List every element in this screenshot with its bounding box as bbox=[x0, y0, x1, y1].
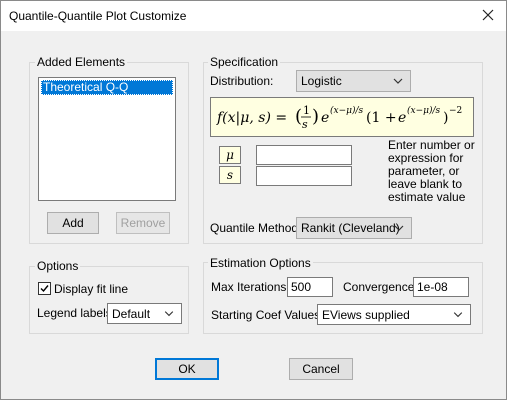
convergence-value: 1e-08 bbox=[417, 280, 448, 294]
specification-label: Specification bbox=[208, 55, 281, 69]
svg-text:): ) bbox=[312, 106, 319, 127]
svg-text:e: e bbox=[321, 110, 329, 126]
legend-labels-value: Default bbox=[112, 307, 151, 321]
chevron-down-icon bbox=[393, 78, 403, 84]
starting-coef-value: EViews supplied bbox=[322, 308, 410, 322]
title-bar: Quantile-Quantile Plot Customize bbox=[1, 1, 506, 31]
formula-image: f(x|μ, s) = ( 1 s ) e (x−μ)/s (1 + e (x−… bbox=[216, 104, 462, 131]
added-elements-list[interactable]: Theoretical Q-Q bbox=[38, 77, 176, 201]
ok-button[interactable]: OK bbox=[155, 358, 219, 380]
display-fit-checkbox[interactable] bbox=[38, 282, 51, 295]
svg-text:(1 +: (1 + bbox=[366, 110, 397, 126]
added-elements-label: Added Elements bbox=[35, 55, 128, 69]
distribution-value: Logistic bbox=[301, 74, 342, 88]
max-iterations-label: Max Iterations: bbox=[211, 280, 290, 294]
param-hint: Enter number or expression for parameter… bbox=[388, 138, 475, 204]
svg-text:(x−μ)/s: (x−μ)/s bbox=[407, 105, 441, 116]
distribution-select[interactable]: Logistic bbox=[296, 70, 411, 92]
remove-button[interactable]: Remove bbox=[116, 212, 170, 234]
distribution-formula: f(x|μ, s) = ( 1 s ) e (x−μ)/s (1 + e (x−… bbox=[210, 97, 474, 137]
options-label: Options bbox=[35, 259, 81, 273]
quantile-method-select[interactable]: Rankit (Cleveland) bbox=[296, 217, 412, 239]
svg-text:s: s bbox=[302, 118, 308, 131]
quantile-method-label: Quantile Method: bbox=[210, 221, 302, 235]
svg-text:f(x|μ, s) =: f(x|μ, s) = bbox=[216, 110, 287, 126]
svg-text:−2: −2 bbox=[449, 106, 462, 116]
convergence-label: Convergence: bbox=[343, 280, 418, 294]
s-input[interactable] bbox=[256, 166, 352, 186]
qq-customize-dialog: Quantile-Quantile Plot Customize Added E… bbox=[0, 0, 507, 400]
remove-button-label: Remove bbox=[120, 216, 166, 230]
s-symbol: s bbox=[219, 166, 241, 184]
chevron-down-icon bbox=[453, 312, 463, 318]
convergence-input[interactable]: 1e-08 bbox=[413, 277, 469, 297]
chevron-down-icon bbox=[394, 225, 404, 231]
close-button[interactable] bbox=[476, 3, 500, 27]
legend-labels-select[interactable]: Default bbox=[107, 303, 182, 324]
ok-button-label: OK bbox=[178, 362, 196, 376]
add-button[interactable]: Add bbox=[47, 212, 99, 234]
estimation-options-label: Estimation Options bbox=[208, 256, 313, 270]
max-iterations-value: 500 bbox=[291, 280, 312, 294]
display-fit-label[interactable]: Display fit line bbox=[54, 282, 128, 296]
max-iterations-input[interactable]: 500 bbox=[287, 277, 333, 297]
svg-text:e: e bbox=[398, 110, 406, 126]
svg-text:1: 1 bbox=[303, 104, 310, 117]
legend-labels-label: Legend labels: bbox=[37, 306, 116, 320]
svg-text:): ) bbox=[443, 110, 448, 126]
mu-symbol: μ bbox=[219, 146, 241, 164]
starting-coef-label: Starting Coef Values: bbox=[211, 308, 324, 322]
svg-text:(x−μ)/s: (x−μ)/s bbox=[330, 105, 364, 116]
distribution-label: Distribution: bbox=[210, 74, 274, 88]
cancel-button[interactable]: Cancel bbox=[289, 358, 353, 380]
checkmark-icon bbox=[40, 285, 49, 293]
cancel-button-label: Cancel bbox=[302, 362, 340, 376]
mu-input[interactable] bbox=[256, 145, 352, 165]
window-title: Quantile-Quantile Plot Customize bbox=[9, 9, 187, 23]
close-icon bbox=[482, 9, 494, 21]
quantile-method-value: Rankit (Cleveland) bbox=[301, 221, 400, 235]
list-item[interactable]: Theoretical Q-Q bbox=[41, 80, 173, 95]
svg-text:(: ( bbox=[295, 106, 302, 127]
chevron-down-icon bbox=[164, 311, 174, 317]
starting-coef-select[interactable]: EViews supplied bbox=[317, 304, 471, 325]
add-button-label: Add bbox=[62, 216, 84, 230]
